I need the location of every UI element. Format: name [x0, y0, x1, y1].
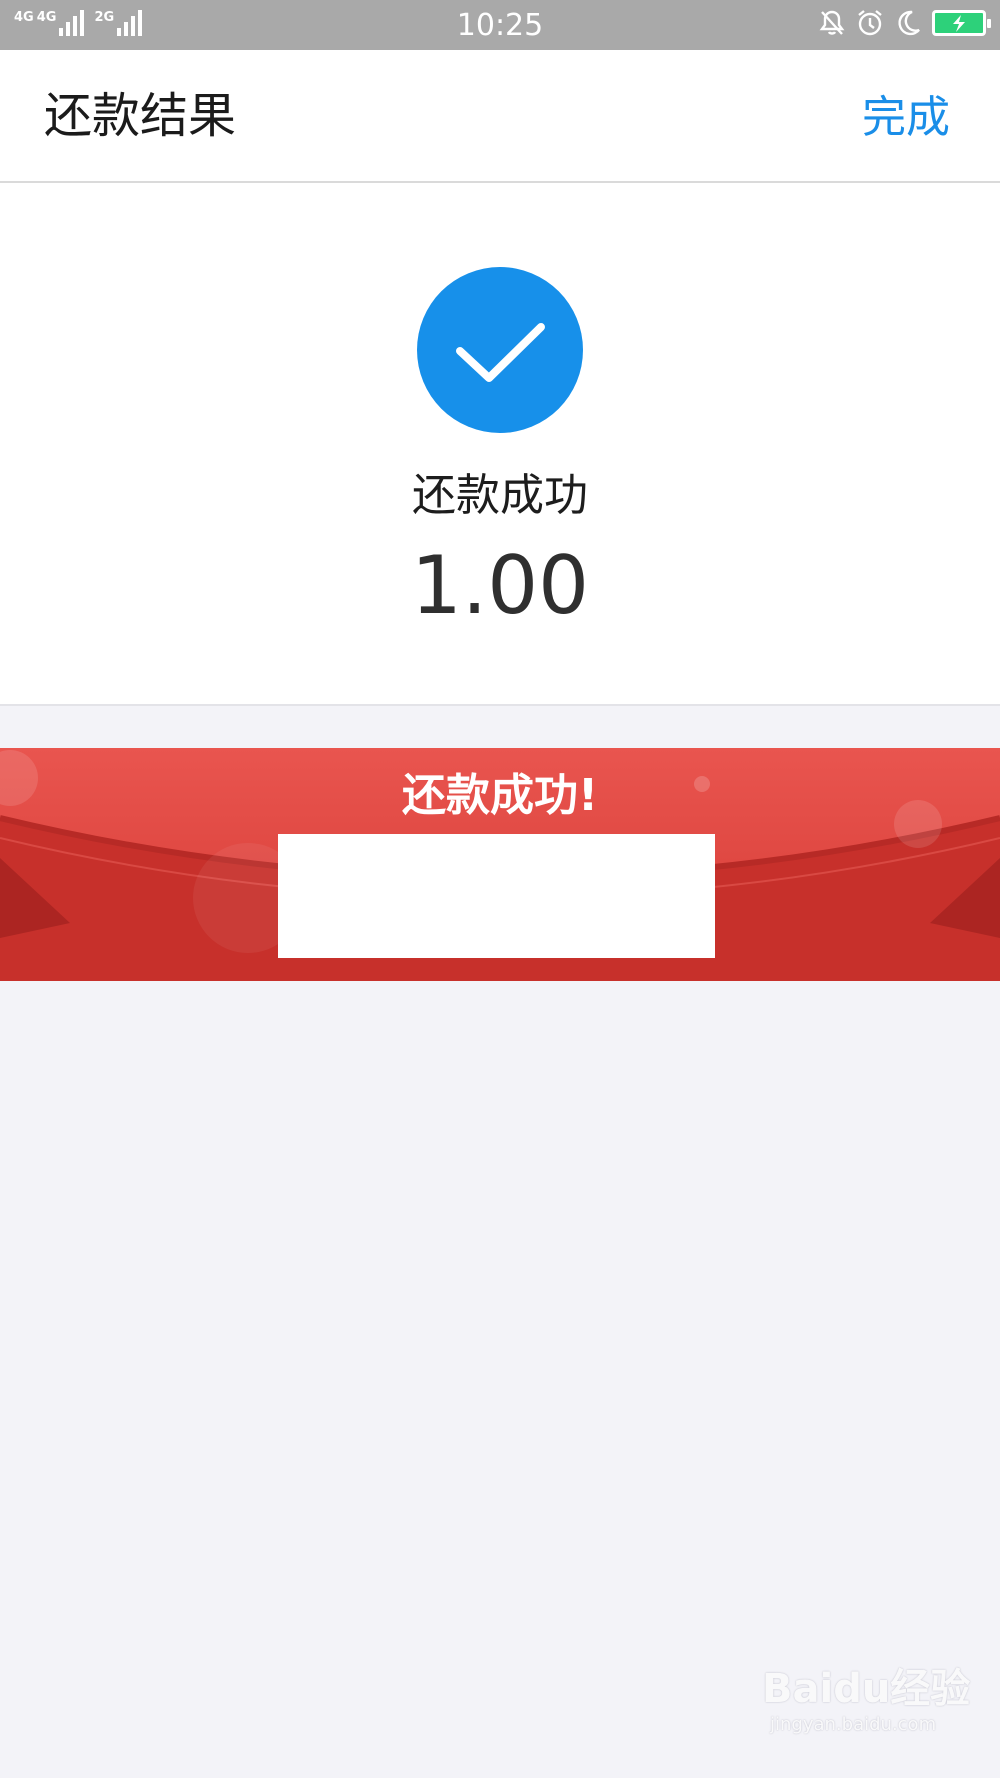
- check-circle-icon: [417, 267, 583, 433]
- status-icons: [818, 9, 991, 37]
- alarm-icon: [858, 10, 882, 36]
- banner-content-box: [278, 834, 715, 958]
- nav-header: 还款结果 完成: [0, 50, 1000, 183]
- status-bar: 4G 4G 2G 10:25: [0, 0, 1000, 50]
- result-panel: 还款成功 1.00: [0, 183, 1000, 706]
- page-title: 还款结果: [44, 88, 237, 144]
- watermark-url: jingyan.baidu.com: [770, 1714, 937, 1735]
- banner-title: 还款成功!: [401, 770, 599, 821]
- repayment-amount: 1.00: [410, 539, 590, 632]
- done-button[interactable]: 完成: [862, 90, 950, 146]
- battery-charging-icon: [932, 10, 991, 36]
- result-status-text: 还款成功: [412, 470, 588, 521]
- baidu-watermark: Baidu经验 jingyan.baidu.com: [762, 1666, 972, 1756]
- watermark-logo-text: Baidu经验: [762, 1666, 971, 1712]
- moon-icon: [898, 10, 920, 36]
- bell-off-icon: [819, 10, 845, 35]
- promo-banner[interactable]: 还款成功!: [0, 748, 1000, 981]
